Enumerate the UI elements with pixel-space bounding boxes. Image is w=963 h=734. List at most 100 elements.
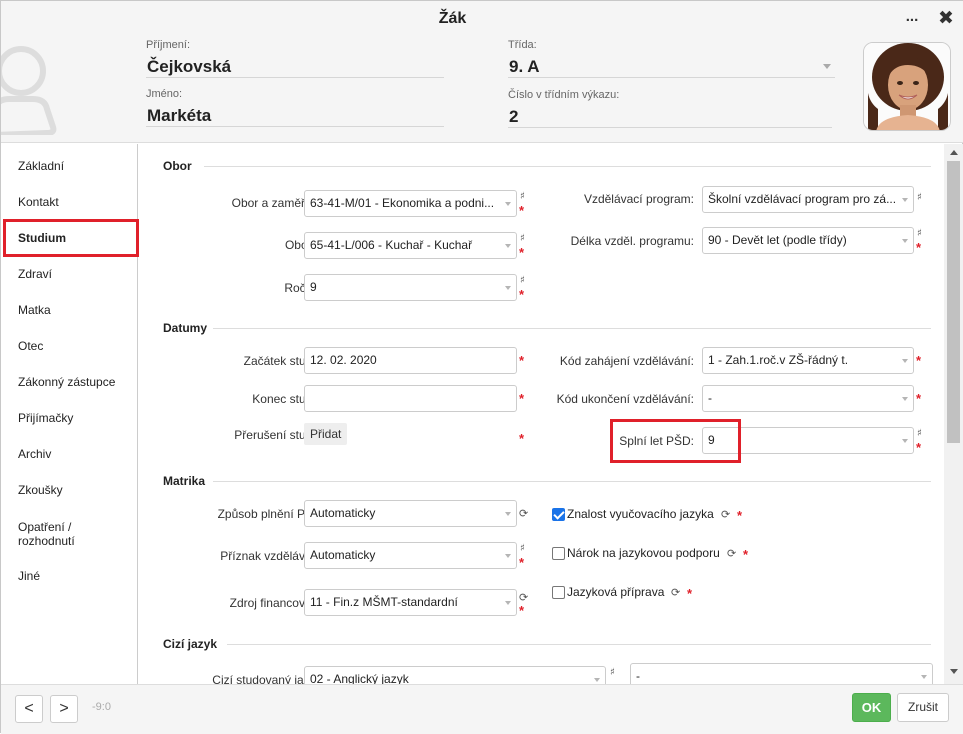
obor-zamereni-select[interactable]: 63-41-M/01 - Ekonomika a podni... xyxy=(304,190,517,217)
field-label-obor-zamereni: Obor a zaměření: xyxy=(231,196,325,210)
required-icon: * xyxy=(687,586,693,601)
field-label-zdroj: Zdroj financování: xyxy=(229,596,325,610)
hash-icon: ♯ xyxy=(610,667,615,678)
sync-icon[interactable]: ⟳ xyxy=(519,507,528,520)
sidebar-item-zkousky[interactable]: Zkoušky xyxy=(1,472,138,508)
scrollbar-thumb[interactable] xyxy=(947,161,960,443)
sidebar-item-otec[interactable]: Otec xyxy=(1,328,138,364)
field-label-zpusob-psd: Způsob plnění PŠD: xyxy=(217,507,325,521)
previous-button[interactable]: < xyxy=(15,695,43,723)
sidebar-item-matka[interactable]: Matka xyxy=(1,292,138,328)
hash-icon: ♯ xyxy=(520,543,525,554)
sidebar-item-zakonny-zastupce[interactable]: Zákonný zástupce xyxy=(1,364,138,400)
zacatek-studia-input[interactable]: 12. 02. 2020 xyxy=(304,347,517,374)
surname-value[interactable]: Čejkovská xyxy=(146,56,444,78)
section-title-matrika: Matrika xyxy=(163,474,206,488)
sidebar-item-prijimacky[interactable]: Přijímačky xyxy=(1,400,138,436)
field-label-priznak: Příznak vzdělávání: xyxy=(220,549,325,563)
register-number-value[interactable]: 2 xyxy=(508,106,832,128)
znalost-checkbox[interactable] xyxy=(552,508,565,521)
field-label-delka-programu: Délka vzděl. programu: xyxy=(570,234,694,248)
student-photo[interactable] xyxy=(863,42,951,131)
student-header: Příjmení: Čejkovská Jméno: Markéta Třída… xyxy=(1,37,963,143)
section-divider xyxy=(227,644,931,645)
cancel-button[interactable]: Zrušit xyxy=(897,693,949,722)
kod-zahajeni-select[interactable]: 1 - Zah.1.roč.v ZŠ-řádný t. xyxy=(702,347,914,374)
priprava-label: Jazyková příprava xyxy=(567,585,665,599)
required-icon: * xyxy=(519,287,525,302)
priznak-select[interactable]: Automaticky xyxy=(304,542,517,569)
hash-icon: ♯ xyxy=(917,192,922,203)
add-interruption-button[interactable]: Přidat xyxy=(304,423,348,445)
next-button[interactable]: > xyxy=(50,695,78,723)
record-id: -9:0 xyxy=(92,701,111,713)
konec-studia-input[interactable] xyxy=(304,385,517,412)
name-value[interactable]: Markéta xyxy=(146,105,444,127)
narok-checkbox[interactable] xyxy=(552,547,565,560)
field-label-vzdel-program: Vzdělávací program: xyxy=(583,192,694,206)
field-label-splni-psd: Splní let PŠD: xyxy=(619,434,694,448)
study-form: Obor Obor a zaměření: 63-41-M/01 - Ekono… xyxy=(139,144,944,684)
rocnik-select[interactable]: 9 xyxy=(304,274,517,301)
sidebar-item-zdravi[interactable]: Zdraví xyxy=(1,256,138,292)
class-value[interactable]: 9. A xyxy=(508,56,835,78)
sidebar-item-kontakt[interactable]: Kontakt xyxy=(1,184,138,220)
required-icon: * xyxy=(916,240,922,255)
required-icon: * xyxy=(519,555,525,570)
scroll-down-icon[interactable] xyxy=(950,669,958,674)
required-icon: * xyxy=(519,603,525,618)
user-placeholder-icon xyxy=(1,46,57,135)
zpusob-psd-select[interactable]: Automaticky xyxy=(304,500,517,527)
student-photo-image xyxy=(864,43,950,130)
kod-ukonceni-select[interactable]: - xyxy=(702,385,914,412)
required-icon: * xyxy=(916,440,922,455)
section-title-obor: Obor xyxy=(163,159,192,173)
cizi-jazyk-select[interactable]: 02 - Anglický jazyk xyxy=(304,666,606,684)
name-field: Jméno: Markéta xyxy=(146,88,444,127)
delka-programu-select[interactable]: 90 - Devět let (podle třídy) xyxy=(702,227,914,254)
scroll-up-icon[interactable] xyxy=(950,150,958,155)
priprava-checkbox[interactable] xyxy=(552,586,565,599)
dialog-window: Žák ... ✖ Příjmení: Čejkovská Jméno: Mar… xyxy=(0,0,963,734)
sync-icon[interactable]: ⟳ xyxy=(727,547,736,560)
sidebar-item-studium[interactable]: Studium xyxy=(1,220,138,256)
name-label: Jméno: xyxy=(146,88,183,100)
sidebar: Základní Kontakt Studium Zdraví Matka Ot… xyxy=(1,144,139,684)
sidebar-item-opatreni[interactable]: Opatření / rozhodnutí xyxy=(1,516,111,552)
field-label-kod-zahajeni: Kód zahájení vzdělávání: xyxy=(559,354,694,368)
section-divider xyxy=(204,166,931,167)
hash-icon: ♯ xyxy=(917,228,922,239)
zdroj-select[interactable]: 11 - Fin.z MŠMT-standardní xyxy=(304,589,517,616)
vertical-scrollbar[interactable] xyxy=(944,144,963,684)
sidebar-item-archiv[interactable]: Archiv xyxy=(1,436,138,472)
znalost-label: Znalost vyučovacího jazyka xyxy=(567,507,714,521)
hash-icon: ♯ xyxy=(520,275,525,286)
required-icon: * xyxy=(916,391,922,406)
more-options-button[interactable]: ... xyxy=(903,8,921,30)
ok-button[interactable]: OK xyxy=(852,693,891,722)
splni-psd-select[interactable]: 9 xyxy=(702,427,914,454)
close-icon[interactable]: ✖ xyxy=(936,7,956,29)
vzdel-program-select[interactable]: Školní vzdělávací program pro zá... xyxy=(702,186,914,213)
required-icon: * xyxy=(743,547,749,562)
field-label-obor2: Obor 2: xyxy=(284,238,325,252)
dialog-title: Žák xyxy=(438,10,467,27)
surname-field: Příjmení: Čejkovská xyxy=(146,39,444,78)
field-label-cizi-jazyk: Cizí studovaný jazyk: xyxy=(212,673,325,684)
section-divider xyxy=(213,328,931,329)
field-label-konec: Konec studia: xyxy=(252,392,325,406)
field-label-rocnik: Ročník: xyxy=(159,281,325,295)
narok-label: Nárok na jazykovou podporu xyxy=(567,546,720,560)
cizi-jazyk-uroven-select[interactable]: - xyxy=(630,663,933,684)
sync-icon[interactable]: ⟳ xyxy=(721,508,730,521)
field-label-zacatek: Začátek studia: xyxy=(243,354,325,368)
register-number-label: Číslo v třídním výkazu: xyxy=(508,89,620,101)
section-title-datumy: Datumy xyxy=(163,321,208,335)
sidebar-item-jine[interactable]: Jiné xyxy=(1,558,138,594)
sync-icon[interactable]: ⟳ xyxy=(671,586,680,599)
hash-icon: ♯ xyxy=(917,428,922,439)
class-field[interactable]: Třída: 9. A xyxy=(508,39,835,78)
obor2-select[interactable]: 65-41-L/006 - Kuchař - Kuchař xyxy=(304,232,517,259)
chevron-down-icon xyxy=(823,64,831,69)
sidebar-item-zakladni[interactable]: Základní xyxy=(1,148,138,184)
